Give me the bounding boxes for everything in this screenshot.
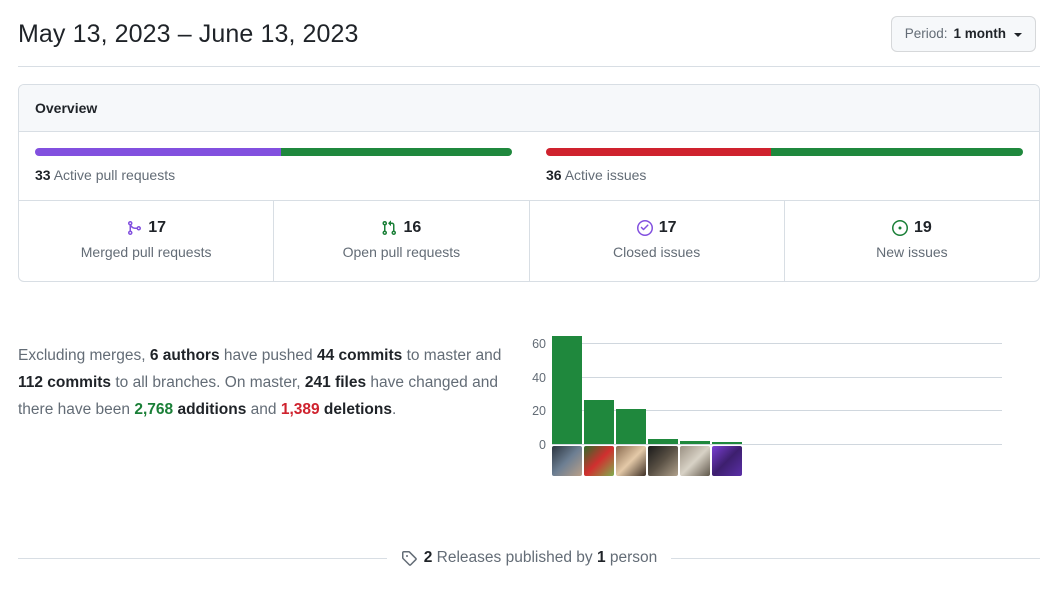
commits-section: Excluding merges, 6 authors have pushed … <box>0 282 1058 478</box>
open-pull-requests-count: 16 <box>403 219 422 236</box>
active-pull-requests-block: 33 Active pull requests <box>19 132 528 200</box>
summary-period: . <box>391 400 397 418</box>
chart-gridline <box>552 444 1002 445</box>
overview-card-title: Overview <box>19 85 1039 132</box>
stat-open-pull-requests[interactable]: 16 Open pull requests <box>273 201 528 281</box>
releases-text-end: person <box>605 549 658 566</box>
stat-new-issues[interactable]: 19 New issues <box>783 201 1039 281</box>
check-circle-icon <box>636 220 653 236</box>
new-issues-segment <box>771 148 1023 156</box>
git-pull-request-icon <box>381 220 397 236</box>
summary-commits-all: 112 commits <box>18 373 112 391</box>
new-issues-value-row: 19 <box>793 217 1031 239</box>
releases-divider-right <box>671 557 1040 559</box>
open-pull-requests-label: Open pull requests <box>342 244 461 260</box>
summary-to-master: to master and <box>402 346 502 364</box>
chart-bar-slot <box>584 326 614 444</box>
stat-merged-pull-requests[interactable]: 17 Merged pull requests <box>19 201 273 281</box>
chart-bars <box>552 326 1002 444</box>
active-issues-count: 36 <box>546 167 562 183</box>
contributor-avatar-6[interactable] <box>712 446 742 476</box>
issue-opened-icon <box>891 220 908 236</box>
commits-per-author-chart: 0 20 40 60 <box>518 318 1040 478</box>
summary-additions-word: additions <box>173 400 247 418</box>
summary-pushed: have pushed <box>219 346 317 364</box>
merged-pull-requests-label: Merged pull requests <box>80 244 212 260</box>
new-issues-label: New issues <box>876 244 948 260</box>
chart-bar[interactable] <box>712 442 742 444</box>
summary-intro: Excluding merges, <box>18 346 150 364</box>
period-button-value: 1 month <box>953 26 1007 41</box>
summary-additions-number: 2,768 <box>134 400 174 418</box>
active-pull-requests-count: 33 <box>35 167 51 183</box>
closed-issues-value-row: 17 <box>538 217 776 239</box>
chart-y-tick-label: 60 <box>532 336 546 351</box>
pulse-page: May 13, 2023 – June 13, 2023 Period: 1 m… <box>0 0 1058 592</box>
chart-bar[interactable] <box>680 440 710 444</box>
active-pull-requests-caption: 33 Active pull requests <box>35 165 512 186</box>
releases-footer: 2 Releases published by 1 person <box>0 546 1058 570</box>
merged-pull-requests-segment <box>35 148 281 156</box>
chart-author-avatars <box>552 446 742 476</box>
chart-y-tick-label: 20 <box>532 404 546 419</box>
git-merge-icon <box>126 220 142 236</box>
active-pull-requests-label: Active pull requests <box>50 167 176 183</box>
overview-card: Overview 33 Active pull requests 36 Acti… <box>18 84 1040 282</box>
active-issues-caption: 36 Active issues <box>546 165 1023 186</box>
chart-bar[interactable] <box>584 400 614 444</box>
pulse-header: May 13, 2023 – June 13, 2023 Period: 1 m… <box>0 0 1058 52</box>
chart-y-tick-label: 40 <box>532 370 546 385</box>
releases-text-middle: Releases published by <box>432 549 597 566</box>
open-pull-requests-segment <box>280 148 512 156</box>
releases-divider-left <box>18 557 387 559</box>
tag-icon <box>401 550 417 566</box>
chart-area: 0 20 40 60 <box>522 318 1002 478</box>
summary-deletions-word: deletions <box>319 400 392 418</box>
open-pull-requests-value-row: 16 <box>282 217 520 239</box>
closed-issues-label: Closed issues <box>613 244 701 260</box>
merged-pull-requests-count: 17 <box>148 219 167 236</box>
closed-issues-count: 17 <box>658 219 677 236</box>
period-button-label: Period: <box>904 26 948 41</box>
commit-summary-text: Excluding merges, 6 authors have pushed … <box>18 334 518 423</box>
chart-bar[interactable] <box>648 438 678 444</box>
chart-bar[interactable] <box>552 336 582 444</box>
chart-bar-slot <box>552 326 582 444</box>
summary-deletions-number: 1,389 <box>280 400 320 418</box>
releases-text: 2 Releases published by 1 person <box>424 546 658 570</box>
chart-bar-slot <box>616 326 646 444</box>
overview-stats-row: 17 Merged pull requests 16 Open pull req… <box>19 201 1039 281</box>
stat-closed-issues[interactable]: 17 Closed issues <box>528 201 784 281</box>
releases-person-count: 1 <box>596 549 606 566</box>
chevron-down-icon <box>1014 33 1022 37</box>
new-issues-count: 19 <box>913 219 932 236</box>
issues-progress-bar <box>546 148 1023 156</box>
active-issues-block: 36 Active issues <box>528 132 1039 200</box>
page-title: May 13, 2023 – June 13, 2023 <box>18 19 359 48</box>
period-select-button[interactable]: Period: 1 month <box>890 16 1036 52</box>
summary-commits-master: 44 commits <box>316 346 403 364</box>
chart-bar[interactable] <box>616 408 646 444</box>
header-divider <box>18 66 1040 67</box>
active-issues-label: Active issues <box>561 167 647 183</box>
summary-authors: 6 authors <box>149 346 220 364</box>
merged-pull-requests-value-row: 17 <box>27 217 265 239</box>
releases-summary[interactable]: 2 Releases published by 1 person <box>387 546 672 570</box>
contributor-avatar-2[interactable] <box>584 446 614 476</box>
chart-bar-slot <box>712 326 742 444</box>
chart-plot: 0 20 40 60 <box>532 326 1002 451</box>
contributor-avatar-1[interactable] <box>552 446 582 476</box>
summary-to-all: to all branches. On master, <box>111 373 305 391</box>
contributor-avatar-5[interactable] <box>680 446 710 476</box>
summary-and: and <box>246 400 281 418</box>
closed-issues-segment <box>546 148 772 156</box>
summary-files: 241 files <box>304 373 367 391</box>
chart-bar-slot <box>648 326 678 444</box>
chart-bar-slot <box>680 326 710 444</box>
pull-requests-progress-bar <box>35 148 512 156</box>
contributor-avatar-4[interactable] <box>648 446 678 476</box>
activity-bars-row: 33 Active pull requests 36 Active issues <box>19 132 1039 201</box>
chart-y-tick-label: 0 <box>539 438 546 452</box>
contributor-avatar-3[interactable] <box>616 446 646 476</box>
